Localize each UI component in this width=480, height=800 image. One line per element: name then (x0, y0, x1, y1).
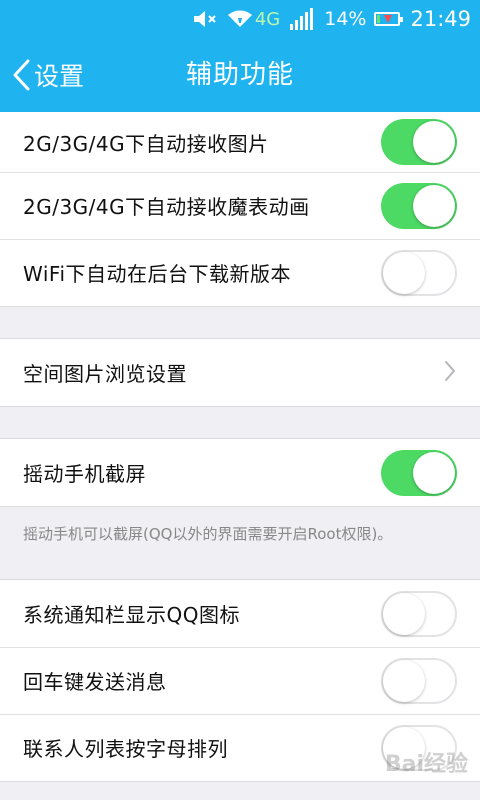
shake-screenshot-toggle[interactable] (381, 449, 457, 496)
charging-bolt-icon (384, 15, 393, 23)
settings-list: 2G/3G/4G下自动接收图片 2G/3G/4G下自动接收魔表动画 WiFi下自… (0, 112, 480, 782)
auto-magic-toggle[interactable] (381, 182, 457, 229)
contacts-sort-toggle[interactable] (381, 724, 457, 771)
setting-label: 2G/3G/4G下自动接收魔表动画 (23, 195, 310, 219)
back-button[interactable]: 设置 (12, 38, 84, 112)
setting-row-wifi-update[interactable]: WiFi下自动在后台下载新版本 (0, 239, 480, 306)
wifi-icon (227, 9, 253, 29)
toggle-knob (413, 184, 455, 227)
shake-screenshot-note: 摇动手机可以截屏(QQ以外的界面需要开启Root权限)。 (0, 507, 480, 579)
setting-row-space-browse[interactable]: 空间图片浏览设置 (0, 339, 480, 406)
setting-label: 空间图片浏览设置 (23, 362, 187, 386)
setting-label: 2G/3G/4G下自动接收图片 (23, 131, 269, 156)
setting-row-auto-magic[interactable]: 2G/3G/4G下自动接收魔表动画 (0, 172, 480, 239)
network-type: 4G (254, 8, 281, 30)
setting-row-notify-icon[interactable]: 系统通知栏显示QQ图标 (0, 580, 480, 647)
status-bar: 4G 14% 21:49 (0, 0, 480, 38)
toggle-knob (383, 659, 425, 702)
settings-group-shake: 摇动手机截屏 (0, 438, 480, 507)
setting-label: 联系人列表按字母排列 (23, 737, 228, 761)
setting-row-shake-screenshot[interactable]: 摇动手机截屏 (0, 439, 480, 506)
toggle-knob (383, 726, 425, 769)
setting-label: 摇动手机截屏 (23, 462, 146, 486)
battery-percent: 14% (324, 8, 367, 30)
settings-group-space: 空间图片浏览设置 (0, 338, 480, 407)
notify-icon-toggle[interactable] (381, 590, 457, 637)
title-bar: 设置 辅助功能 (0, 38, 480, 112)
signal-icon (289, 8, 315, 30)
setting-label: 系统通知栏显示QQ图标 (23, 603, 240, 627)
setting-label: 回车键发送消息 (23, 670, 167, 694)
toggle-knob (413, 121, 455, 163)
settings-group-misc: 系统通知栏显示QQ图标 回车键发送消息 联系人列表按字母排列 (0, 579, 480, 782)
setting-row-auto-image[interactable]: 2G/3G/4G下自动接收图片 (0, 112, 480, 172)
chevron-left-icon (12, 58, 32, 92)
setting-row-contacts-sort[interactable]: 联系人列表按字母排列 (0, 714, 480, 781)
clock: 21:49 (410, 7, 471, 31)
mute-icon (192, 9, 218, 29)
setting-label: WiFi下自动在后台下载新版本 (23, 262, 291, 286)
battery-icon (374, 12, 404, 26)
toggle-knob (413, 451, 455, 494)
toggle-knob (383, 251, 425, 294)
battery-level-fill (377, 15, 381, 23)
auto-image-toggle[interactable] (381, 119, 457, 165)
settings-group-media: 2G/3G/4G下自动接收图片 2G/3G/4G下自动接收魔表动画 WiFi下自… (0, 112, 480, 307)
chevron-right-icon (443, 359, 457, 387)
toggle-knob (383, 592, 425, 635)
back-label: 设置 (34, 62, 85, 91)
wifi-update-toggle[interactable] (381, 249, 457, 296)
setting-row-enter-send[interactable]: 回车键发送消息 (0, 647, 480, 714)
enter-send-toggle[interactable] (381, 657, 457, 704)
